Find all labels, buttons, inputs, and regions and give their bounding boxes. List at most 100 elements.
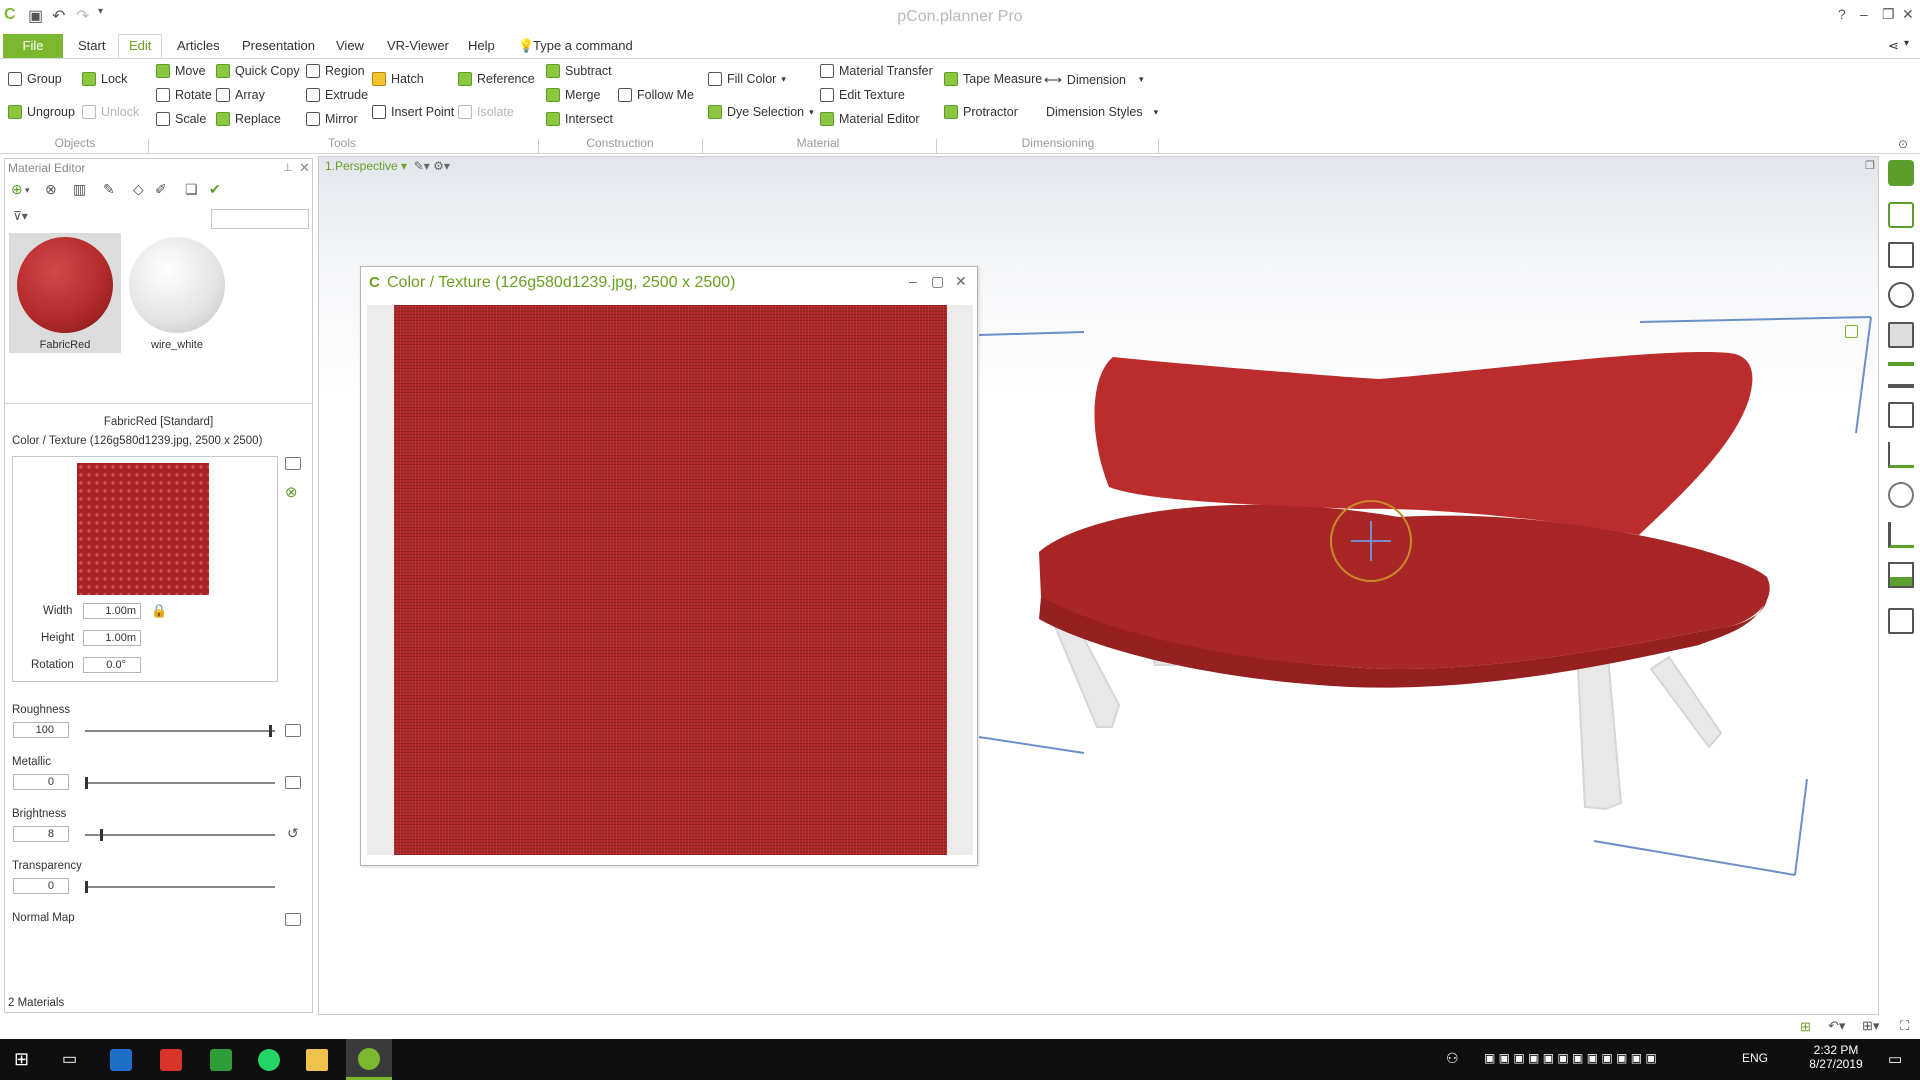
slider-handle[interactable] [85, 777, 88, 789]
3d-navigator-icon[interactable] [1888, 160, 1914, 186]
slider-handle[interactable] [269, 725, 272, 737]
app-icon[interactable] [160, 1049, 182, 1071]
unlock-button[interactable]: Unlock [82, 105, 139, 119]
transparency-stepper[interactable]: 0 [13, 878, 69, 894]
pen-icon[interactable] [1888, 522, 1914, 548]
reference-button[interactable]: Reference [458, 72, 535, 86]
clock[interactable]: 2:32 PM 8/27/2019 [1796, 1043, 1876, 1071]
remove-texture-icon[interactable]: ⊗ [285, 483, 298, 501]
app-icon[interactable] [210, 1049, 232, 1071]
tab-vr-viewer[interactable]: VR-Viewer [387, 38, 449, 53]
windows-start-icon[interactable]: ⊞ [14, 1049, 36, 1071]
dimension-button[interactable]: ⟷ Dimension ▾ [1044, 72, 1144, 88]
chevron-down-icon[interactable]: ▾ [25, 185, 30, 196]
share-dropdown-icon[interactable]: ▾ [1904, 38, 1909, 49]
fill-color-button[interactable]: Fill Color ▾ [708, 72, 786, 86]
brush-icon[interactable]: ✐ [155, 181, 167, 198]
brightness-stepper[interactable]: 8 [13, 826, 69, 842]
rotation-stepper[interactable]: 0.0° [83, 657, 141, 673]
roughness-stepper[interactable]: 100 [13, 722, 69, 738]
isolate-button[interactable]: Isolate [458, 105, 514, 119]
slider-handle[interactable] [85, 881, 88, 893]
people-icon[interactable]: ⚇ [1446, 1050, 1459, 1067]
minimize-button[interactable]: – [1860, 6, 1868, 22]
tab-articles[interactable]: Articles [177, 38, 220, 53]
share-icon[interactable]: ⋖ [1888, 38, 1899, 54]
lock-icon[interactable]: 🔒 [151, 603, 167, 619]
file-explorer-icon[interactable] [306, 1049, 328, 1071]
tape-measure-button[interactable]: Tape Measure [944, 72, 1042, 86]
tab-file[interactable]: File [3, 34, 63, 58]
roughness-map-icon[interactable] [285, 724, 301, 737]
whatsapp-icon[interactable] [258, 1049, 280, 1071]
intersect-button[interactable]: Intersect [546, 112, 613, 126]
width-input[interactable]: 1.00m [83, 603, 141, 619]
slider-handle[interactable] [100, 829, 103, 841]
layout-icon[interactable]: ⊞▾ [1862, 1018, 1879, 1034]
region-button[interactable]: Region [306, 64, 365, 78]
paint-bucket-icon[interactable]: ◇ [133, 181, 144, 198]
store-icon[interactable] [110, 1049, 132, 1071]
texture-preview-image[interactable] [394, 305, 947, 855]
terrain-icon[interactable] [1888, 442, 1914, 468]
load-image-icon[interactable] [285, 457, 301, 470]
copy-material-icon[interactable]: ❏ [185, 181, 198, 198]
close-icon[interactable]: ✕ [299, 160, 310, 176]
collapse-ribbon-icon[interactable]: ⊙ [1898, 137, 1908, 151]
tab-edit[interactable]: Edit [118, 34, 163, 58]
merge-button[interactable]: Merge [546, 88, 600, 102]
material-swatch-wire-white[interactable]: wire_white [121, 233, 233, 353]
subtract-button[interactable]: Subtract [546, 64, 612, 78]
replace-button[interactable]: Replace [216, 112, 281, 126]
dye-selection-button[interactable]: Dye Selection ▾ [708, 105, 814, 119]
archive-icon[interactable] [1888, 322, 1914, 348]
roughness-slider[interactable] [85, 730, 275, 732]
hatch-button[interactable]: Hatch [372, 72, 424, 86]
selection-handle-icon[interactable] [1845, 325, 1858, 338]
pin-icon[interactable]: ⊥ [283, 161, 293, 174]
tray-icons[interactable]: ▣ ▣ ▣ ▣ ▣ ▣ ▣ ▣ ▣ ▣ ▣ ▣ [1484, 1051, 1657, 1065]
delete-material-icon[interactable]: ⊗ [45, 181, 57, 198]
ungroup-button[interactable]: Ungroup [8, 105, 75, 119]
texture-thumbnail[interactable] [77, 463, 209, 595]
follow-me-button[interactable]: Follow Me [618, 88, 694, 102]
mirror-button[interactable]: Mirror [306, 112, 358, 126]
normal-map-icon[interactable] [285, 913, 301, 926]
apply-material-icon[interactable]: ✔ [209, 181, 221, 198]
catalog-search-icon[interactable] [1888, 202, 1914, 228]
undo-view-icon[interactable]: ↶▾ [1828, 1018, 1845, 1034]
notification-icon[interactable]: ▭ [1888, 1050, 1902, 1068]
material-swatch-fabricred[interactable]: FabricRed [9, 233, 121, 353]
minimize-button[interactable]: – [909, 273, 917, 289]
rotate-button[interactable]: Rotate [156, 88, 212, 102]
add-material-icon[interactable]: ⊕ [11, 181, 23, 198]
protractor-button[interactable]: Protractor [944, 105, 1018, 119]
transparency-slider[interactable] [85, 886, 275, 888]
globe-search-icon[interactable] [1888, 282, 1914, 308]
report-icon[interactable] [1888, 608, 1914, 634]
extrude-button[interactable]: Extrude [306, 88, 368, 102]
tab-help[interactable]: Help [468, 38, 495, 53]
image-icon[interactable] [1888, 562, 1914, 588]
material-search-input[interactable] [211, 209, 309, 229]
maximize-button[interactable]: ▢ [931, 273, 944, 290]
pcon-taskbar-button[interactable] [346, 1039, 392, 1080]
eyedropper-icon[interactable]: ✎ [103, 181, 115, 198]
quick-copy-button[interactable]: Quick Copy [216, 64, 300, 78]
material-editor-button[interactable]: Material Editor [820, 112, 920, 126]
array-button[interactable]: Array [216, 88, 265, 102]
filter-icon[interactable]: ⊽▾ [13, 209, 28, 223]
metallic-stepper[interactable]: 0 [13, 774, 69, 790]
light-icon[interactable] [1888, 482, 1914, 508]
metallic-slider[interactable] [85, 782, 275, 784]
dimension-styles-button[interactable]: Dimension Styles ▾ [1046, 105, 1158, 119]
tab-view[interactable]: View [336, 38, 364, 53]
height-input[interactable]: 1.00m [83, 630, 141, 646]
move-button[interactable]: Move [156, 64, 206, 78]
material-transfer-button[interactable]: Material Transfer [820, 64, 933, 78]
material-editor-icon[interactable] [1888, 402, 1914, 428]
properties-icon[interactable] [1888, 242, 1914, 268]
restore-button[interactable]: ❐ [1882, 6, 1895, 23]
tab-presentation[interactable]: Presentation [242, 38, 315, 53]
lock-button[interactable]: Lock [82, 72, 127, 86]
